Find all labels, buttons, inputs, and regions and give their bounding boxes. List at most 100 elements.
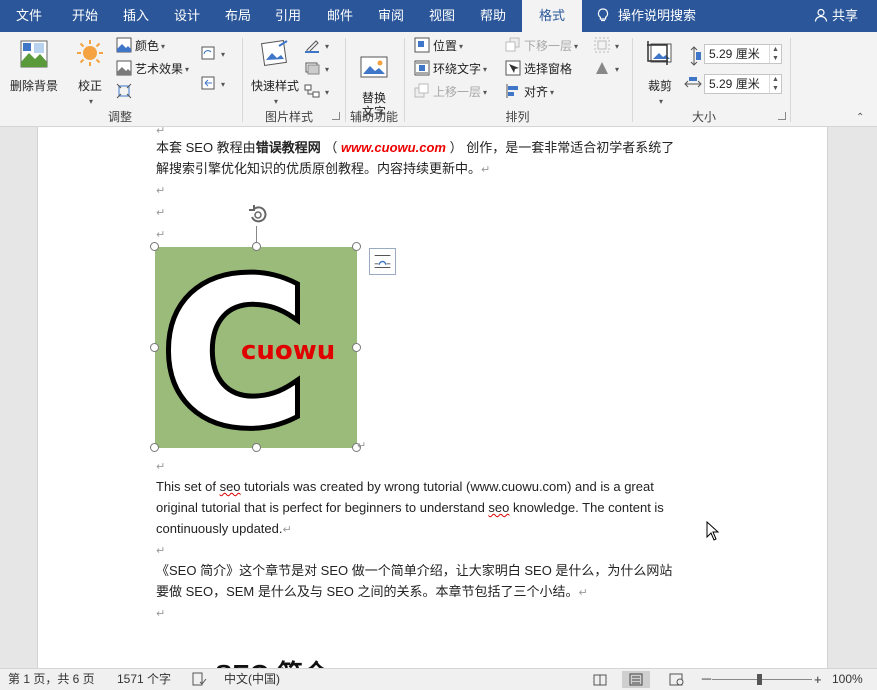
align-button[interactable]: 对齐 ▾: [505, 82, 554, 102]
resize-handle-bottom[interactable]: [252, 443, 261, 452]
color-label: 颜色: [135, 39, 160, 53]
bring-forward-label: 上移一层: [433, 85, 482, 99]
layout-options-icon: [374, 255, 391, 268]
selected-image[interactable]: C cuowu: [155, 233, 357, 476]
empty-paragraph: ↵: [156, 201, 165, 224]
proofing-icon[interactable]: [191, 672, 207, 687]
zoom-in-button[interactable]: +: [814, 669, 822, 690]
ribbon-format: 删除背景 校正 ▾ 颜色 ▾ 艺术效果 ▾ ▾ ▾ 调整 快速样式 ▾ ▾ ▾ ▾ …: [0, 32, 877, 127]
tab-help[interactable]: 帮助: [468, 0, 518, 32]
picture-effects-button[interactable]: ▾: [304, 59, 329, 79]
lightbulb-icon: [597, 8, 609, 22]
rotate-handle-icon[interactable]: [246, 203, 270, 227]
read-mode-button[interactable]: [586, 671, 614, 688]
group-label-size: 大小: [691, 110, 716, 124]
chevron-down-icon: ▾: [325, 88, 330, 97]
chevron-down-icon: ▾: [325, 42, 330, 51]
zoom-level[interactable]: 100%: [832, 669, 863, 690]
page-count[interactable]: 第 1 页，共 6 页: [8, 669, 95, 690]
paragraph-mark: ↵: [282, 524, 292, 536]
paragraph-seo-line1: 《SEO 简介》这个章节是对 SEO 做一个简单介绍，让大家明白 SEO 是什么…: [156, 560, 672, 581]
tab-review[interactable]: 审阅: [366, 0, 416, 32]
paragraph-english-line3: continuously updated.↵: [156, 518, 292, 541]
artistic-effects-icon: [116, 60, 132, 76]
group-separator: [632, 38, 633, 122]
group-separator: [790, 38, 791, 122]
group-objects-icon: [594, 37, 610, 53]
group-objects-button[interactable]: ▾: [594, 36, 619, 56]
language-indicator[interactable]: 中文(中国): [224, 669, 280, 690]
resize-handle-top-left[interactable]: [150, 242, 159, 251]
intro-text-c: 解搜索引擎优化知识的优质原创教程。内容持续更新中。: [156, 161, 482, 176]
chevron-down-icon: ▾: [325, 65, 330, 74]
change-picture-button[interactable]: ▾: [200, 44, 225, 64]
paragraph-mark: ↵: [156, 461, 166, 473]
resize-handle-left[interactable]: [150, 343, 159, 352]
artistic-effects-button[interactable]: 艺术效果 ▾: [116, 59, 189, 79]
bring-forward-button[interactable]: 上移一层 ▾: [414, 82, 487, 102]
size-launcher[interactable]: [778, 112, 786, 120]
tab-insert[interactable]: 插入: [112, 0, 160, 32]
resize-handle-top[interactable]: [252, 242, 261, 251]
resize-handle-bottom-left[interactable]: [150, 443, 159, 452]
picture-border-button[interactable]: ▾: [304, 36, 329, 56]
corrections-button[interactable]: 校正 ▾: [70, 38, 110, 108]
intro-text-b: 创作，是一套非常适合初学者系统了: [466, 140, 675, 155]
compress-icon: [116, 83, 132, 99]
resize-handle-right[interactable]: [352, 343, 361, 352]
rotate-button[interactable]: ▾: [594, 59, 619, 79]
compress-pictures-button[interactable]: [116, 82, 135, 102]
selection-pane-button[interactable]: 选择窗格: [505, 59, 572, 79]
tab-design[interactable]: 设计: [160, 0, 214, 32]
web-layout-button[interactable]: [662, 671, 690, 688]
tab-layout[interactable]: 布局: [214, 0, 262, 32]
print-layout-button[interactable]: [622, 671, 650, 688]
selection-pane-label: 选择窗格: [524, 62, 573, 76]
chevron-down-icon: ▾: [161, 42, 166, 51]
tab-view[interactable]: 视图: [416, 0, 468, 32]
chevron-down-icon: ▾: [550, 88, 555, 97]
status-bar: 第 1 页，共 6 页 1571 个字 中文(中国) － + 100%: [0, 668, 877, 690]
collapse-ribbon-icon[interactable]: ⌃: [856, 112, 864, 123]
en-text-a: This set of: [156, 479, 220, 494]
document-area[interactable]: ↵ 本套 SEO 教程由错误教程网 （ www.cuowu.com ） 创作，是…: [0, 127, 877, 668]
height-spinner[interactable]: ▲ ▼: [769, 45, 781, 63]
tell-me-search[interactable]: 操作说明搜索: [596, 0, 696, 32]
send-backward-icon: [505, 37, 520, 52]
print-layout-icon: [629, 673, 643, 686]
reset-picture-icon: [201, 76, 215, 90]
logo-text: cuowu: [241, 336, 335, 366]
tab-format[interactable]: 格式: [522, 0, 582, 32]
group-label-picture-styles: 图片样式: [264, 110, 313, 124]
en-text-d: knowledge. The content is: [509, 500, 664, 515]
picture-layout-button[interactable]: ▾: [304, 82, 329, 102]
intro-text-a: 本套 SEO 教程由: [156, 140, 256, 155]
tab-home[interactable]: 开始: [58, 0, 112, 32]
align-icon: [506, 84, 518, 98]
word-count[interactable]: 1571 个字: [117, 669, 171, 690]
reset-picture-button[interactable]: ▾: [200, 74, 225, 94]
layout-options-button[interactable]: [369, 248, 396, 275]
chevron-down-icon: ▾: [615, 42, 620, 51]
width-spinner[interactable]: ▲ ▼: [769, 75, 781, 93]
send-backward-button[interactable]: 下移一层 ▾: [505, 36, 578, 56]
picture-styles-launcher[interactable]: [332, 112, 340, 120]
resize-handle-top-right[interactable]: [352, 242, 361, 251]
zoom-slider-track[interactable]: [712, 679, 812, 680]
tab-file[interactable]: 文件: [0, 0, 58, 32]
color-button[interactable]: 颜色 ▾: [116, 36, 165, 56]
height-field[interactable]: 5.29 厘米 ▲ ▼: [704, 44, 782, 64]
corrections-label: 校正: [77, 79, 102, 93]
chevron-down-icon: ▾: [658, 97, 663, 106]
position-button[interactable]: 位置 ▾: [414, 36, 463, 56]
crop-button[interactable]: 裁剪 ▾: [638, 38, 682, 108]
sun-icon: [77, 40, 103, 66]
wrap-text-button[interactable]: 环绕文字 ▾: [414, 59, 487, 79]
tab-mailings[interactable]: 邮件: [314, 0, 366, 32]
tab-references[interactable]: 引用: [262, 0, 314, 32]
zoom-slider-thumb[interactable]: [757, 674, 762, 685]
share-button[interactable]: 共享: [814, 0, 858, 32]
quick-styles-button[interactable]: 快速样式 ▾: [248, 38, 302, 108]
remove-background-button[interactable]: 删除背景: [4, 38, 64, 94]
width-field[interactable]: 5.29 厘米 ▲ ▼: [704, 74, 782, 94]
